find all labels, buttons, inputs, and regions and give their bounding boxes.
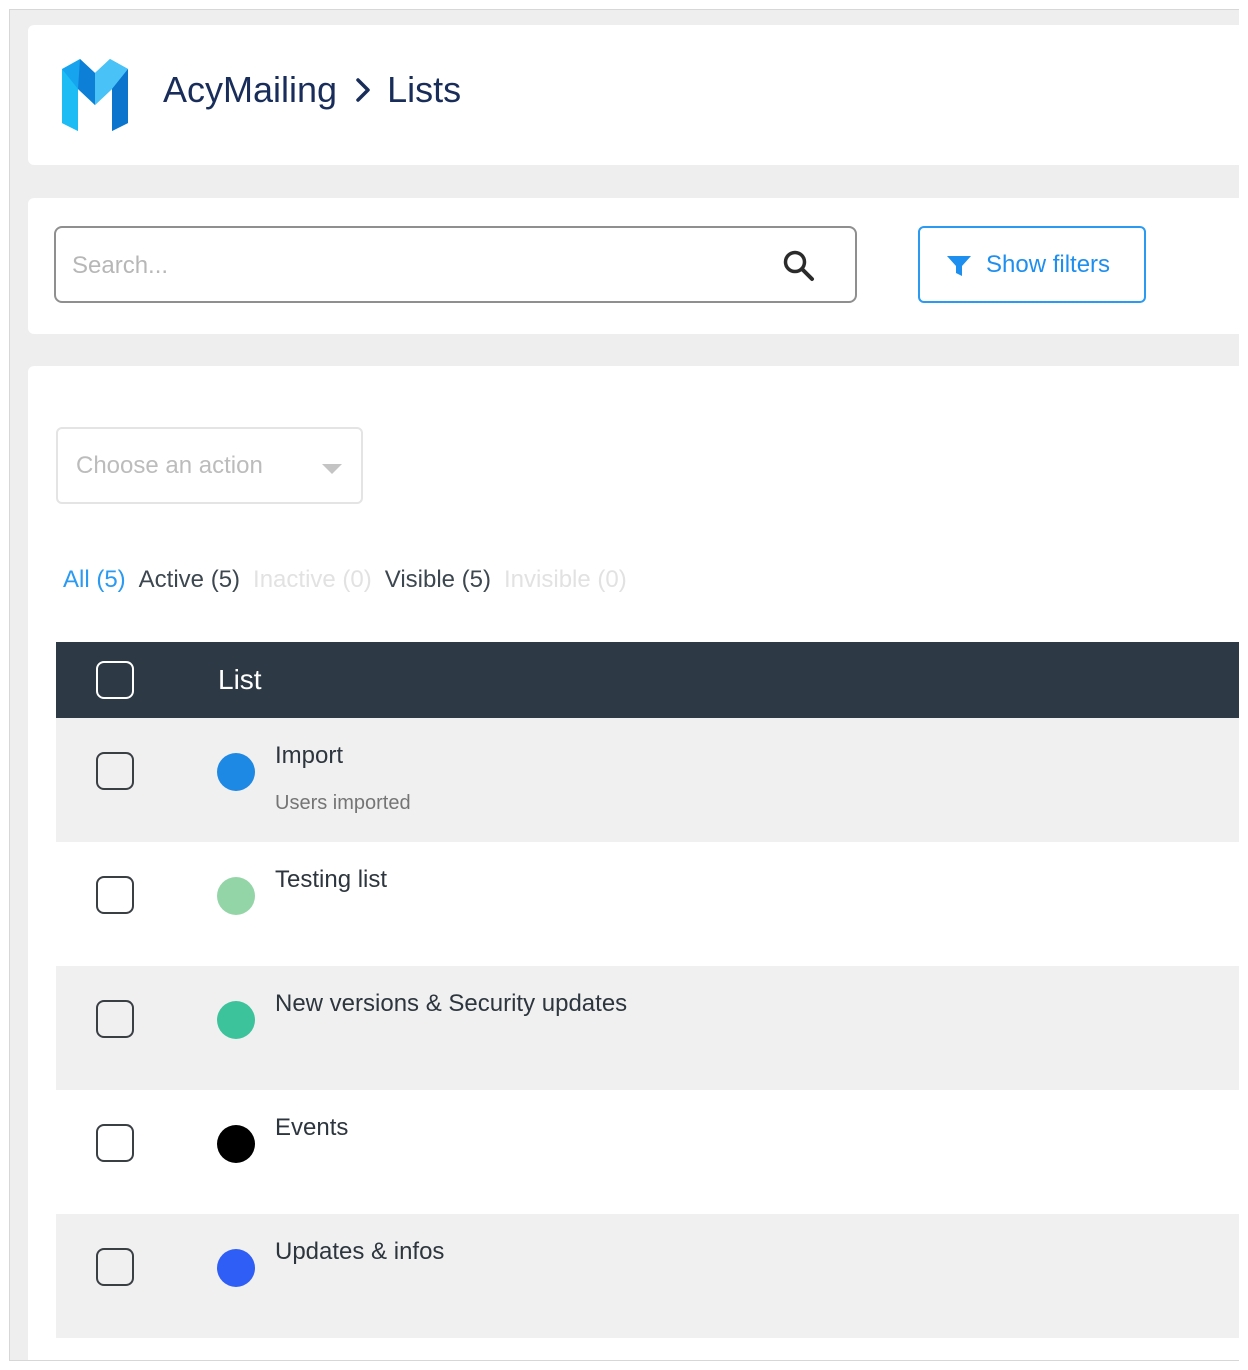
- list-name-link[interactable]: Import: [275, 742, 343, 770]
- list-description: Users imported: [275, 792, 411, 814]
- lists-table: List Import Users imported Testing list …: [56, 642, 1239, 1338]
- list-color-dot: [217, 877, 255, 915]
- status-tab-active[interactable]: Active (5): [139, 566, 240, 594]
- list-color-dot: [217, 1125, 255, 1163]
- table-row: Events: [56, 1090, 1239, 1214]
- list-name-link[interactable]: Updates & infos: [275, 1238, 444, 1266]
- show-filters-label: Show filters: [986, 250, 1111, 278]
- list-name-link[interactable]: Testing list: [275, 866, 387, 894]
- table-row: Updates & infos: [56, 1214, 1239, 1338]
- table-row: Import Users imported: [56, 718, 1239, 842]
- table-row: New versions & Security updates: [56, 966, 1239, 1090]
- filter-funnel-icon: [947, 255, 971, 276]
- list-color-dot: [217, 1249, 255, 1287]
- row-checkbox[interactable]: [96, 1124, 134, 1162]
- lists-panel: Choose an action All (5) Active (5) Inac…: [28, 366, 1239, 1360]
- search-box: [54, 226, 857, 303]
- table-header: List: [56, 642, 1239, 718]
- header-bar: AcyMailing Lists: [28, 25, 1239, 165]
- row-checkbox[interactable]: [96, 1248, 134, 1286]
- acymailing-logo-icon: [62, 59, 128, 131]
- select-all-checkbox[interactable]: [96, 661, 134, 699]
- list-name-link[interactable]: Events: [275, 1114, 348, 1142]
- breadcrumb: AcyMailing Lists: [163, 69, 461, 111]
- list-color-dot: [217, 753, 255, 791]
- table-row: Testing list: [56, 842, 1239, 966]
- bulk-action-select[interactable]: Choose an action: [56, 427, 363, 504]
- row-checkbox[interactable]: [96, 752, 134, 790]
- show-filters-button[interactable]: Show filters: [918, 226, 1146, 303]
- app-window: AcyMailing Lists Show filters Choose an …: [9, 9, 1239, 1361]
- row-checkbox[interactable]: [96, 1000, 134, 1038]
- column-header-list: List: [218, 664, 262, 695]
- list-color-dot: [217, 1001, 255, 1039]
- status-tab-all[interactable]: All (5): [63, 566, 126, 594]
- list-name-link[interactable]: New versions & Security updates: [275, 990, 627, 1018]
- breadcrumb-app-link[interactable]: AcyMailing: [163, 69, 337, 111]
- page-title: Lists: [387, 69, 462, 110]
- caret-down-icon: [322, 464, 342, 474]
- search-bar: Show filters: [28, 198, 1239, 334]
- bulk-action-label: Choose an action: [76, 451, 263, 479]
- row-checkbox[interactable]: [96, 876, 134, 914]
- search-input[interactable]: [72, 246, 752, 286]
- status-filter-tabs: All (5) Active (5) Inactive (0) Visible …: [63, 566, 640, 594]
- status-tab-inactive[interactable]: Inactive (0): [253, 566, 372, 594]
- status-tab-visible[interactable]: Visible (5): [385, 566, 491, 594]
- chevron-right-icon: [355, 77, 371, 103]
- search-icon[interactable]: [781, 248, 817, 284]
- status-tab-invisible[interactable]: Invisible (0): [504, 566, 627, 594]
